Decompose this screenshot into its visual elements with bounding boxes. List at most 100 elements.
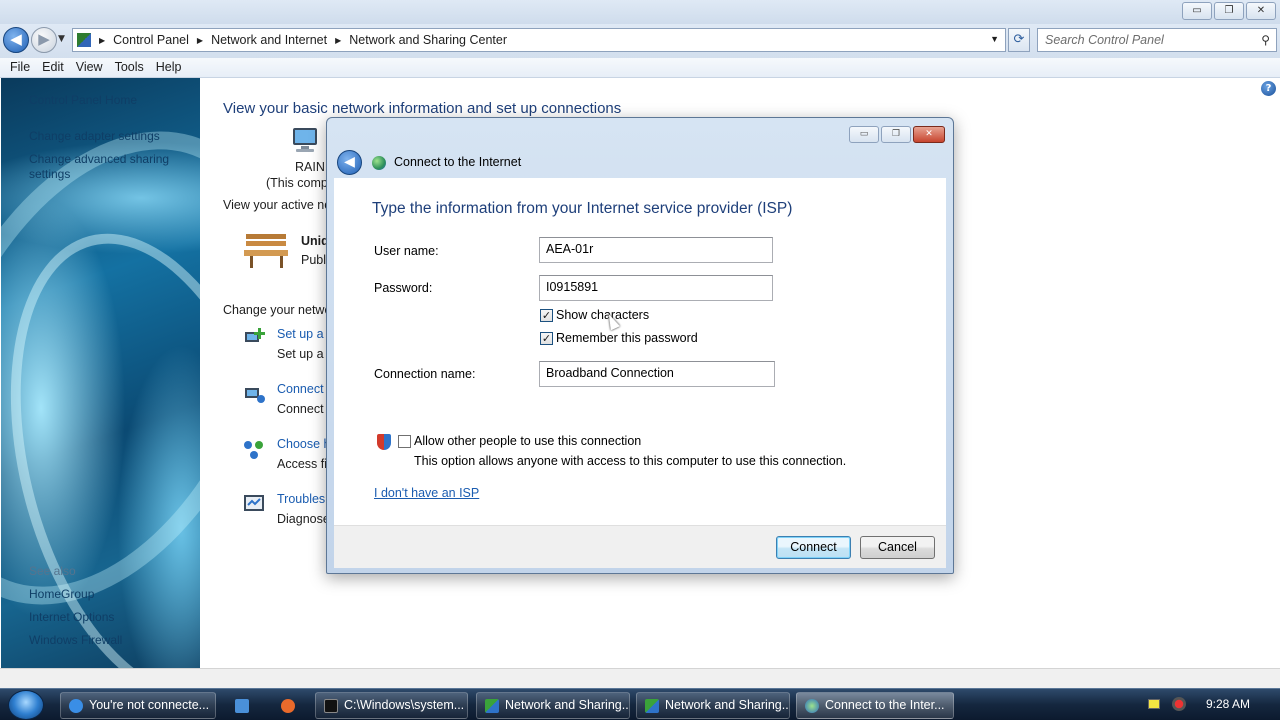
- chevron-down-icon[interactable]: ▼: [990, 34, 999, 44]
- help-icon[interactable]: ?: [1261, 81, 1276, 96]
- computer-name[interactable]: RAIN: [295, 160, 325, 174]
- breadcrumb-network-sharing-center[interactable]: Network and Sharing Center: [349, 33, 507, 47]
- taskbar-media-player-button[interactable]: [270, 692, 306, 719]
- taskbar-item-label: You're not connecte...: [89, 698, 210, 712]
- dialog-minimize-button[interactable]: ▭: [849, 126, 879, 143]
- menu-file[interactable]: File: [4, 58, 36, 77]
- refresh-button[interactable]: ⟳: [1008, 28, 1030, 52]
- close-button[interactable]: ✕: [1246, 2, 1276, 20]
- navigation-bar: ◀ ▶ ▼ ▶ Control Panel ▶ Network and Inte…: [0, 24, 1280, 58]
- remember-password-checkbox[interactable]: ✓: [540, 332, 553, 345]
- cancel-button[interactable]: Cancel: [860, 536, 935, 559]
- allow-others-checkbox[interactable]: [398, 435, 411, 448]
- dialog-footer: Connect Cancel: [334, 525, 946, 568]
- chevron-right-icon[interactable]: ▶: [197, 36, 203, 45]
- globe-icon: [805, 699, 819, 713]
- task-link-troubleshoot[interactable]: Troublesh: [277, 492, 332, 506]
- dialog-heading: Type the information from your Internet …: [372, 200, 793, 217]
- back-button[interactable]: ◀: [3, 27, 29, 53]
- address-bar[interactable]: ▶ Control Panel ▶ Network and Internet ▶…: [72, 28, 1006, 52]
- link-windows-firewall[interactable]: Windows Firewall: [29, 633, 122, 648]
- window-titlebar: ▭ ❐ ✕: [0, 0, 1280, 24]
- connection-name-field[interactable]: Broadband Connection: [539, 361, 775, 387]
- globe-icon: [372, 156, 386, 170]
- taskbar-item-internet-explorer[interactable]: You're not connecte...: [60, 692, 216, 719]
- password-field[interactable]: I0915891: [539, 275, 773, 301]
- maximize-button[interactable]: ❐: [1214, 2, 1244, 20]
- search-input[interactable]: Search Control Panel ⚲: [1037, 28, 1277, 52]
- remember-password-label[interactable]: Remember this password: [556, 331, 698, 345]
- taskbar-item-command-prompt[interactable]: C:\Windows\system...: [315, 692, 468, 719]
- start-button[interactable]: [8, 690, 44, 720]
- task-link-connect[interactable]: Connect t: [277, 382, 331, 396]
- password-label: Password:: [374, 281, 433, 295]
- search-icon[interactable]: ⚲: [1261, 33, 1270, 47]
- menu-help[interactable]: Help: [150, 58, 188, 77]
- task-desc-troubleshoot: Diagnose: [277, 512, 330, 526]
- uac-shield-icon: [377, 434, 391, 450]
- link-internet-options[interactable]: Internet Options: [29, 610, 114, 625]
- show-characters-checkbox[interactable]: ✓: [540, 309, 553, 322]
- link-change-adapter-settings[interactable]: Change adapter settings: [29, 129, 160, 144]
- network-type-link[interactable]: Publ: [301, 253, 326, 267]
- username-field[interactable]: AEA-01r: [539, 237, 773, 263]
- control-panel-icon: [77, 33, 91, 47]
- menu-tools[interactable]: Tools: [109, 58, 150, 77]
- no-isp-link[interactable]: I don't have an ISP: [374, 486, 479, 500]
- link-change-advanced-sharing[interactable]: Change advanced sharing settings: [29, 152, 179, 182]
- forward-button[interactable]: ▶: [31, 27, 57, 53]
- taskbar-explorer-button[interactable]: [224, 692, 260, 719]
- system-clock[interactable]: 9:28 AM: [1206, 697, 1250, 711]
- menu-view[interactable]: View: [70, 58, 109, 77]
- new-connection-icon: [245, 328, 265, 342]
- explorer-icon: [235, 699, 249, 713]
- dialog-controls: ▭ ❐ ✕: [849, 126, 945, 143]
- chevron-right-icon[interactable]: ▶: [335, 36, 341, 45]
- change-settings-heading: Change your netwo: [223, 303, 332, 317]
- minimize-button[interactable]: ▭: [1182, 2, 1212, 20]
- computer-icon: [293, 128, 317, 152]
- system-tray: 9:28 AM: [1140, 689, 1280, 720]
- left-navigation-pane: Control Panel Home Change adapter settin…: [1, 78, 200, 668]
- taskbar-item-network-sharing-1[interactable]: Network and Sharing...: [476, 692, 630, 719]
- window-controls: ▭ ❐ ✕: [1182, 2, 1276, 20]
- allow-others-label[interactable]: Allow other people to use this connectio…: [414, 434, 641, 448]
- active-networks-heading: View your active ne: [223, 198, 332, 212]
- network-name: Unid: [301, 234, 329, 248]
- network-icon: [645, 699, 659, 713]
- park-bench-icon: [244, 234, 288, 268]
- dialog-header: ◀ Connect to the Internet: [327, 146, 953, 178]
- taskbar-item-connect-internet[interactable]: Connect to the Inter...: [796, 692, 954, 719]
- homegroup-icon: [244, 441, 263, 459]
- taskbar-item-label: Network and Sharing...: [665, 698, 790, 712]
- taskbar-item-network-sharing-2[interactable]: Network and Sharing...: [636, 692, 790, 719]
- link-homegroup[interactable]: HomeGroup: [29, 587, 94, 602]
- task-desc-choose-homegroup: Access fil: [277, 457, 330, 471]
- dialog-back-button[interactable]: ◀: [337, 150, 362, 175]
- dialog-close-button[interactable]: ✕: [913, 126, 945, 143]
- dialog-maximize-button[interactable]: ❐: [881, 126, 911, 143]
- taskbar-item-label: Connect to the Inter...: [825, 698, 945, 712]
- dialog-title: Connect to the Internet: [394, 155, 522, 169]
- task-link-choose-homegroup[interactable]: Choose h: [277, 437, 331, 451]
- taskbar-item-label: Network and Sharing...: [505, 698, 630, 712]
- network-icon: [485, 699, 499, 713]
- connect-internet-dialog: ▭ ❐ ✕ ◀ Connect to the Internet Type the…: [326, 117, 954, 574]
- status-bar: [0, 668, 1280, 688]
- taskbar-item-label: C:\Windows\system...: [344, 698, 465, 712]
- connect-button[interactable]: Connect: [776, 536, 851, 559]
- menu-edit[interactable]: Edit: [36, 58, 70, 77]
- show-characters-label[interactable]: Show characters: [556, 308, 649, 322]
- task-desc-connect: Connect: [277, 402, 324, 416]
- action-center-flag-icon[interactable]: [1148, 699, 1160, 709]
- taskbar: You're not connecte... C:\Windows\system…: [0, 688, 1280, 720]
- media-player-icon: [281, 699, 295, 713]
- chevron-right-icon[interactable]: ▶: [99, 36, 105, 45]
- breadcrumb-network-and-internet[interactable]: Network and Internet: [211, 33, 327, 47]
- breadcrumb-control-panel[interactable]: Control Panel: [113, 33, 189, 47]
- network-status-icon[interactable]: [1172, 697, 1186, 711]
- link-control-panel-home[interactable]: Control Panel Home: [29, 93, 137, 108]
- recent-pages-dropdown[interactable]: ▼: [58, 34, 65, 44]
- see-also-heading: See also: [29, 564, 76, 578]
- page-title: View your basic network information and …: [223, 100, 622, 117]
